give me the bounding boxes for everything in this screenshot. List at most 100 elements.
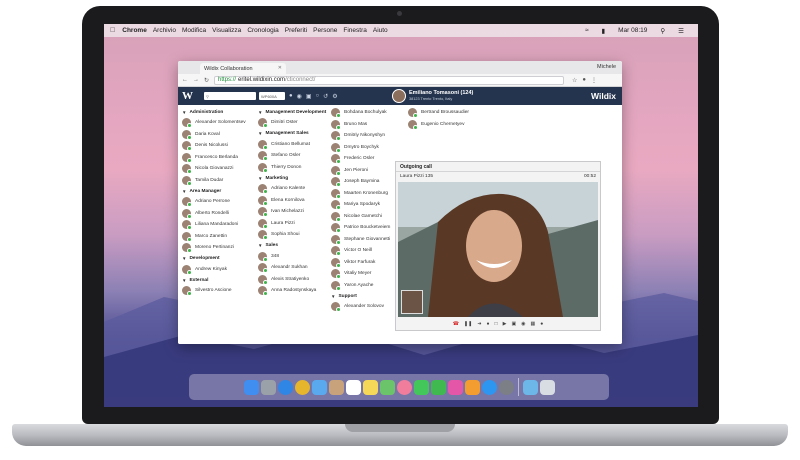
profile-name[interactable]: Michele (597, 64, 616, 70)
group-header[interactable]: ▼ Management Development (258, 107, 326, 117)
contact-item[interactable]: Alexandr Sukhan (258, 262, 326, 274)
contact-item[interactable]: Elena Kornilova (258, 195, 326, 207)
battery-icon[interactable]: ▮ (602, 27, 606, 35)
menu-modifica[interactable]: Modifica (182, 27, 206, 34)
conference-icon[interactable]: ○ (316, 93, 320, 100)
notification-center-icon[interactable]: ☰ (678, 27, 684, 35)
contact-item[interactable]: Marco Zanettin (182, 231, 246, 243)
contact-item[interactable]: Mariya Spodaryk (331, 199, 390, 211)
app-store-icon[interactable] (481, 379, 497, 395)
calendar-icon[interactable] (345, 379, 361, 395)
contact-item[interactable]: Frederic Osler (331, 153, 390, 165)
contact-item[interactable]: Nicola Giovanazzi (182, 163, 246, 175)
group-header[interactable]: ▼ External (182, 275, 246, 285)
contact-item[interactable]: Andrew Kinyak (182, 264, 246, 276)
tab-wildix-collaboration[interactable]: Wildix Collaboration ✕ (200, 63, 286, 74)
contact-item[interactable]: Victor O Neill (331, 245, 390, 257)
messages-icon[interactable] (413, 379, 429, 395)
contact-item[interactable]: Dmytro Boychyk (331, 142, 390, 154)
group-header[interactable]: ▼ Management Sales (258, 129, 326, 139)
chat-icon[interactable]: ▣ (306, 93, 312, 100)
forward-icon[interactable]: → (193, 77, 199, 83)
contact-item[interactable]: Alberto Rondelli (182, 208, 246, 220)
chevron-down-icon[interactable]: ▼ (258, 176, 262, 181)
contact-item[interactable]: Thierry Donon (258, 162, 326, 174)
contact-item[interactable]: Patrice Boucketveiem (331, 222, 390, 234)
location-icon[interactable]: ◉ (297, 93, 302, 100)
trash-icon[interactable] (539, 379, 555, 395)
contact-item[interactable]: Alexander Solovov (331, 301, 390, 313)
pause-icon[interactable]: ❚❚ (464, 321, 472, 327)
facetime-icon[interactable] (430, 379, 446, 395)
chrome-icon[interactable] (294, 379, 310, 395)
record-icon[interactable]: ◉ (521, 321, 525, 327)
chevron-down-icon[interactable]: ▼ (258, 110, 262, 115)
contact-item[interactable]: Eugenio Chernetyev (408, 119, 469, 131)
phone-device-select[interactable]: WP600A (259, 92, 285, 100)
launchpad-icon[interactable] (260, 379, 276, 395)
contact-item[interactable]: Dmitriy Nikonyshyn (331, 130, 390, 142)
downloads-folder-icon[interactable] (522, 379, 538, 395)
menu-app-name[interactable]: Chrome (122, 27, 147, 34)
history-icon[interactable]: ↺ (323, 93, 328, 100)
contact-item[interactable]: Bohdana Bochulyak (331, 107, 390, 119)
menu-aiuto[interactable]: Aiuto (373, 27, 388, 34)
transfer-icon[interactable]: ➜ (477, 321, 481, 327)
ibooks-icon[interactable] (464, 379, 480, 395)
notes-icon[interactable] (362, 379, 378, 395)
group-header[interactable]: ▼ Sales (258, 241, 326, 251)
chevron-down-icon[interactable]: ▼ (258, 131, 262, 136)
settings-icon[interactable]: ⚙ (332, 93, 337, 100)
contact-item[interactable]: Stephane Giovannetti (331, 234, 390, 246)
contact-item[interactable]: Anna Radostynskaya (258, 285, 326, 297)
contact-item[interactable]: Stefano Osler (258, 150, 326, 162)
contacts-icon[interactable]: ● (289, 93, 293, 100)
more-options-icon[interactable]: ● (540, 321, 543, 327)
contact-item[interactable]: Tamila Dudar (182, 175, 246, 187)
menu-cronologia[interactable]: Cronologia (247, 27, 278, 34)
contact-item[interactable]: Viktor Farfurak (331, 257, 390, 269)
chrome-menu-icon[interactable]: ⋮ (591, 77, 597, 84)
wildix-logo[interactable]: W (182, 90, 198, 102)
back-icon[interactable]: ← (182, 77, 188, 83)
contact-item[interactable]: Silvestro Ascione (182, 285, 246, 297)
contact-item[interactable]: Adriano Perrone (182, 196, 246, 208)
menu-archivio[interactable]: Archivio (153, 27, 176, 34)
group-header[interactable]: ▼ Support (331, 291, 390, 301)
chevron-down-icon[interactable]: ▼ (182, 110, 186, 115)
video-toggle-icon[interactable]: ▶ (503, 321, 507, 327)
group-header[interactable]: ▼ Marketing (258, 173, 326, 183)
wifi-icon[interactable]: ≈ (585, 27, 589, 34)
itunes-icon[interactable] (447, 379, 463, 395)
mail-icon[interactable] (311, 379, 327, 395)
contact-item[interactable]: 348 (258, 251, 326, 263)
contact-item[interactable]: Maarten Kronenburg (331, 188, 390, 200)
safari-icon[interactable] (277, 379, 293, 395)
tab-close-icon[interactable]: ✕ (278, 65, 282, 71)
contact-item[interactable]: Yaron Ayache (331, 280, 390, 292)
contact-item[interactable]: Daria Koval (182, 129, 246, 141)
menu-persone[interactable]: Persone (313, 27, 337, 34)
extension-icon[interactable]: ● (582, 77, 586, 84)
finder-icon[interactable] (243, 379, 259, 395)
hangup-icon[interactable]: ☎ (453, 321, 459, 327)
chevron-down-icon[interactable]: ▼ (182, 256, 186, 261)
contact-search-input[interactable]: ⚲ (204, 92, 256, 100)
bookmark-star-icon[interactable]: ☆ (572, 77, 577, 84)
chevron-down-icon[interactable]: ▼ (182, 189, 186, 194)
mute-icon[interactable]: ● (487, 321, 490, 327)
contact-item[interactable]: Francesco Berlanda (182, 152, 246, 164)
group-header[interactable]: ▼ Area Manager (182, 186, 246, 196)
contact-item[interactable]: Bruno Mas (331, 119, 390, 131)
contact-item[interactable]: Laura Pizzi (258, 218, 326, 230)
contact-item[interactable]: Joseph Baymina (331, 176, 390, 188)
system-preferences-icon[interactable] (498, 379, 514, 395)
contacts-app-icon[interactable] (328, 379, 344, 395)
group-header[interactable]: ▼ Administration (182, 107, 246, 117)
keypad-icon[interactable]: ▦ (531, 321, 536, 327)
contact-item[interactable]: Adriano Kalente (258, 183, 326, 195)
menu-preferiti[interactable]: Preferiti (285, 27, 307, 34)
screen-share-icon[interactable]: ▣ (511, 321, 516, 327)
contact-item[interactable]: Jen Pieroni (331, 165, 390, 177)
apple-icon[interactable]:  (110, 27, 115, 34)
